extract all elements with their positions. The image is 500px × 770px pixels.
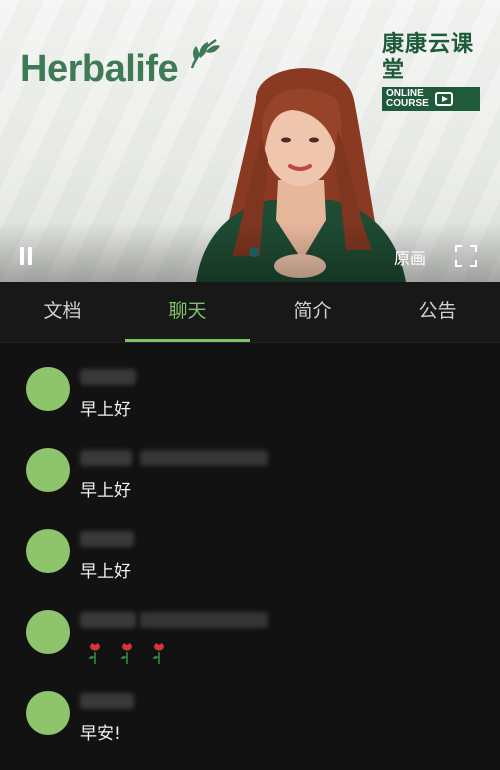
username-blurred xyxy=(80,531,134,547)
pause-icon-bar-left xyxy=(20,247,24,265)
username-blurred xyxy=(80,693,134,709)
username-blurred-extra xyxy=(140,450,268,466)
quality-button[interactable]: 原画 xyxy=(394,245,426,269)
rose-icon xyxy=(121,643,132,664)
tab-intro[interactable]: 简介 xyxy=(250,282,375,342)
chat-message xyxy=(0,608,500,689)
avatar[interactable] xyxy=(26,610,70,654)
tab-chat[interactable]: 聊天 xyxy=(125,282,250,342)
tab-bar: 文档 聊天 简介 公告 xyxy=(0,282,500,343)
message-text: 早上好 xyxy=(80,481,131,501)
chat-message: 早上好 xyxy=(0,365,500,446)
pause-icon-bar-right xyxy=(28,247,32,265)
chat-message: 早安! xyxy=(0,689,500,770)
avatar[interactable] xyxy=(26,448,70,492)
tab-announcements[interactable]: 公告 xyxy=(375,282,500,342)
message-emoji-row xyxy=(86,642,168,664)
play-badge-icon xyxy=(434,92,453,106)
tab-documents[interactable]: 文档 xyxy=(0,282,125,342)
fullscreen-icon[interactable] xyxy=(455,245,477,267)
avatar[interactable] xyxy=(26,691,70,735)
avatar[interactable] xyxy=(26,529,70,573)
chat-list[interactable]: 早上好 早上好 早上好 早安! xyxy=(0,343,500,770)
brand-logo-text: Herbalife xyxy=(20,48,179,90)
rose-icon xyxy=(153,643,164,664)
chat-message: 早上好 xyxy=(0,527,500,608)
message-text: 早上好 xyxy=(80,562,131,582)
avatar[interactable] xyxy=(26,367,70,411)
username-blurred xyxy=(80,450,132,466)
username-blurred xyxy=(80,369,136,385)
chat-message: 早上好 xyxy=(0,446,500,527)
video-player[interactable]: Herbalife 康康云课堂 ONLINE COURSE 原画 xyxy=(0,0,500,282)
username-blurred xyxy=(80,612,136,628)
pause-button[interactable] xyxy=(18,247,34,265)
message-text: 早安! xyxy=(80,724,121,744)
rose-icon xyxy=(89,643,100,664)
message-text: 早上好 xyxy=(80,400,131,420)
username-blurred-extra xyxy=(140,612,268,628)
